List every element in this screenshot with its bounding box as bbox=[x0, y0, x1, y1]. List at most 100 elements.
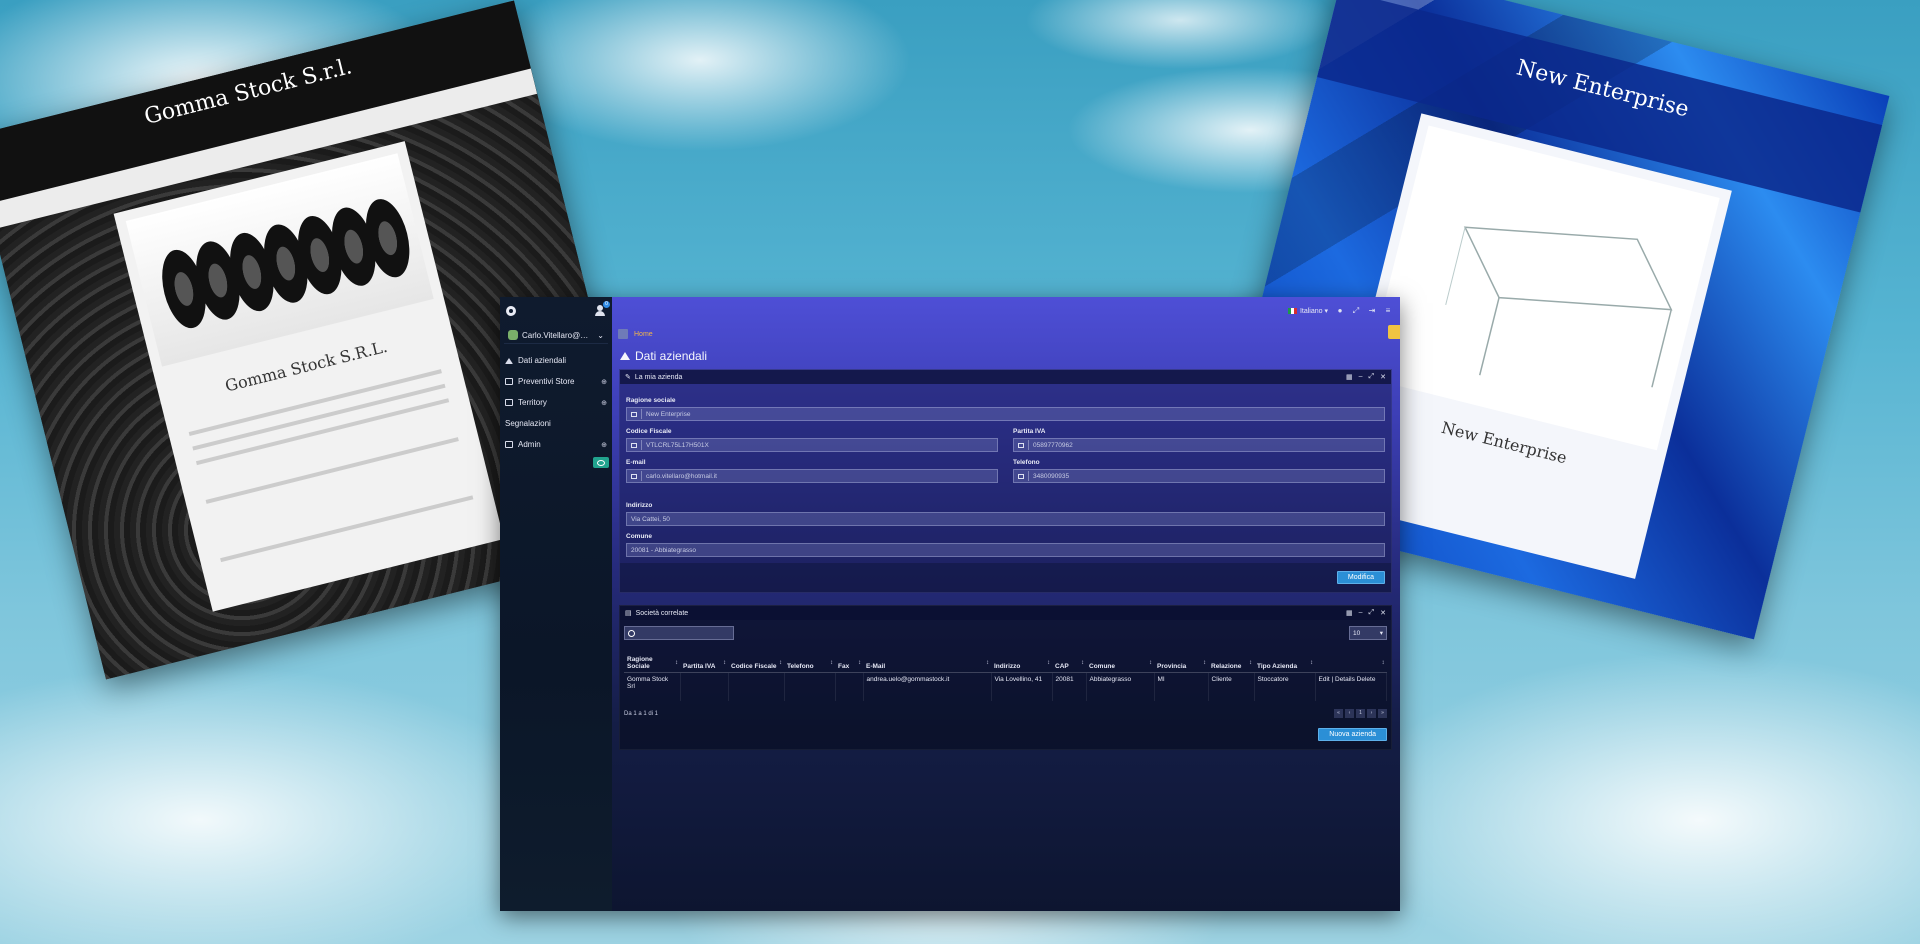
minimize-icon[interactable]: – bbox=[1359, 373, 1363, 381]
telefono-field[interactable]: 3480090935 bbox=[1013, 469, 1385, 483]
table-cell bbox=[835, 672, 864, 701]
first-page-button[interactable]: « bbox=[1334, 709, 1343, 718]
table-header-row: Ragione Sociale Partita IVA Codice Fisca… bbox=[624, 646, 1387, 673]
codice-fiscale-field[interactable]: VTLCRL75L17H501X bbox=[626, 438, 998, 452]
user-icon bbox=[631, 442, 637, 448]
column-header[interactable]: Fax bbox=[835, 646, 863, 673]
minimize-icon[interactable]: – bbox=[1359, 609, 1363, 617]
eye-icon bbox=[597, 459, 605, 466]
page-1-button[interactable]: 1 bbox=[1356, 709, 1365, 718]
column-header[interactable] bbox=[1315, 646, 1387, 673]
admin-icon bbox=[505, 441, 513, 448]
menu-icon[interactable]: ≡ bbox=[1384, 307, 1392, 315]
last-page-button[interactable]: » bbox=[1378, 709, 1387, 718]
warning-icon[interactable] bbox=[1388, 325, 1400, 339]
column-header[interactable]: Provincia bbox=[1154, 646, 1208, 673]
app-logo-icon[interactable] bbox=[506, 306, 516, 316]
pagination: « ‹ 1 › » bbox=[1334, 709, 1387, 718]
sidebar-item-preventivi-store[interactable]: Preventivi Store ⊕ bbox=[500, 371, 612, 392]
italy-flag-icon bbox=[1287, 308, 1297, 314]
column-header[interactable]: Codice Fiscale bbox=[728, 646, 784, 673]
fullscreen-icon[interactable]: ⤢ bbox=[1352, 307, 1360, 315]
app-window: 0 Carlo.Vitellaro@Hre... ⌄ Dati aziendal… bbox=[500, 297, 1400, 911]
user-icon[interactable]: 0 bbox=[594, 301, 610, 317]
chevron-down-icon: ▾ bbox=[1379, 630, 1383, 637]
language-selector[interactable]: Italiano ▾ bbox=[1287, 307, 1328, 315]
building-icon bbox=[631, 411, 637, 417]
map-icon bbox=[505, 399, 513, 406]
prev-page-button[interactable]: ‹ bbox=[1345, 709, 1354, 718]
panel-settings-icon[interactable]: ▦ bbox=[1346, 609, 1353, 617]
column-header[interactable]: Partita IVA bbox=[680, 646, 728, 673]
search-icon bbox=[628, 629, 635, 637]
column-header[interactable]: E-Mail bbox=[863, 646, 991, 673]
logout-icon[interactable]: ⇥ bbox=[1368, 307, 1376, 315]
table-cell: MI bbox=[1154, 672, 1209, 701]
sidebar-item-segnalazioni[interactable]: Segnalazioni bbox=[500, 413, 612, 434]
nuova-azienda-button[interactable]: Nuova azienda bbox=[1318, 728, 1387, 741]
comune-field[interactable]: 20081 - Abbiategrasso bbox=[626, 543, 1385, 557]
close-icon[interactable]: ✕ bbox=[1380, 609, 1386, 617]
partita-iva-field[interactable]: 05897770962 bbox=[1013, 438, 1385, 452]
panel-settings-icon[interactable]: ▦ bbox=[1346, 373, 1353, 381]
table-cell bbox=[728, 672, 785, 701]
modifica-button[interactable]: Modifica bbox=[1336, 571, 1385, 584]
sidebar-item-dati-aziendali[interactable]: Dati aziendali bbox=[500, 350, 612, 371]
expand-icon: ⊕ bbox=[601, 378, 607, 386]
ragione-sociale-label: Ragione sociale bbox=[626, 397, 676, 404]
indirizzo-field[interactable]: Via Cattei, 50 bbox=[626, 512, 1385, 526]
account-selector[interactable]: Carlo.Vitellaro@Hre... ⌄ bbox=[504, 327, 608, 344]
column-header[interactable]: Indirizzo bbox=[991, 646, 1052, 673]
envelope-icon bbox=[631, 473, 637, 479]
chevron-down-icon: ⌄ bbox=[597, 330, 604, 340]
email-field[interactable]: carlo.vitellaro@hotmail.it bbox=[626, 469, 998, 483]
codice-fiscale-label: Codice Fiscale bbox=[626, 428, 672, 435]
ragione-sociale-field[interactable]: New Enterprise bbox=[626, 407, 1385, 421]
indirizzo-label: Indirizzo bbox=[626, 502, 653, 509]
expand-icon[interactable]: ⤢ bbox=[1369, 373, 1375, 381]
companies-table: Ragione Sociale Partita IVA Codice Fisca… bbox=[624, 646, 1387, 701]
column-header[interactable]: Ragione Sociale bbox=[624, 646, 680, 673]
table-row[interactable]: Gomma Stock Srl andrea.uelo@gommastock.i… bbox=[624, 672, 1387, 701]
column-header[interactable]: Telefono bbox=[784, 646, 835, 673]
next-page-button[interactable]: › bbox=[1367, 709, 1376, 718]
edit-icon: ✎ bbox=[625, 374, 631, 381]
sidebar-item-admin[interactable]: Admin ⊕ bbox=[500, 434, 612, 455]
row-actions-links[interactable]: Edit | Details Delete bbox=[1315, 672, 1387, 701]
column-header[interactable]: CAP bbox=[1052, 646, 1086, 673]
partita-iva-label: Partita IVA bbox=[1013, 428, 1046, 435]
expand-icon: ⊕ bbox=[601, 441, 607, 449]
sidebar-item-territory[interactable]: Territory ⊕ bbox=[500, 392, 612, 413]
close-icon[interactable]: ✕ bbox=[1380, 373, 1386, 381]
column-header[interactable]: Relazione bbox=[1208, 646, 1254, 673]
breadcrumb-home-link[interactable]: Home bbox=[634, 331, 653, 338]
expand-icon: ⊕ bbox=[601, 399, 607, 407]
table-cell: Abbiategrasso bbox=[1086, 672, 1155, 701]
company-panel: ✎ La mia azienda ▦ – ⤢ ✕ Ragione sociale… bbox=[619, 369, 1392, 593]
sidebar: 0 Carlo.Vitellaro@Hre... ⌄ Dati aziendal… bbox=[500, 297, 613, 911]
tires-image bbox=[125, 153, 434, 367]
home-icon bbox=[620, 352, 630, 360]
table-cell: Gomma Stock Srl bbox=[624, 672, 681, 701]
email-label: E-mail bbox=[626, 459, 646, 466]
notification-badge: 0 bbox=[603, 301, 610, 308]
microphone-icon[interactable]: ● bbox=[1336, 307, 1344, 315]
column-header[interactable]: Comune bbox=[1086, 646, 1154, 673]
avatar bbox=[508, 330, 518, 340]
telefono-label: Telefono bbox=[1013, 459, 1040, 466]
column-header[interactable]: Tipo Azienda bbox=[1254, 646, 1315, 673]
sidebar-toggle-button[interactable] bbox=[593, 457, 609, 468]
expand-icon[interactable]: ⤢ bbox=[1369, 609, 1375, 617]
gomma-stock-card: Gomma Stock S.R.L. bbox=[113, 141, 504, 612]
table-search-input[interactable] bbox=[624, 626, 734, 640]
companies-panel: ▤ Società correlate ▦ – ⤢ ✕ 10 ▾ Ragione… bbox=[619, 605, 1392, 750]
breadcrumb-toggle-button[interactable] bbox=[618, 329, 628, 339]
companies-panel-header: ▤ Società correlate ▦ – ⤢ ✕ bbox=[620, 606, 1391, 620]
page-title: Dati aziendali bbox=[612, 343, 1400, 369]
id-card-icon bbox=[1018, 442, 1024, 448]
table-cell: Cliente bbox=[1208, 672, 1255, 701]
table-cell: andrea.uelo@gommastock.it bbox=[863, 672, 992, 701]
company-panel-header: ✎ La mia azienda ▦ – ⤢ ✕ bbox=[620, 370, 1391, 384]
page-size-select[interactable]: 10 ▾ bbox=[1349, 626, 1387, 640]
breadcrumb: Home bbox=[612, 325, 1400, 343]
